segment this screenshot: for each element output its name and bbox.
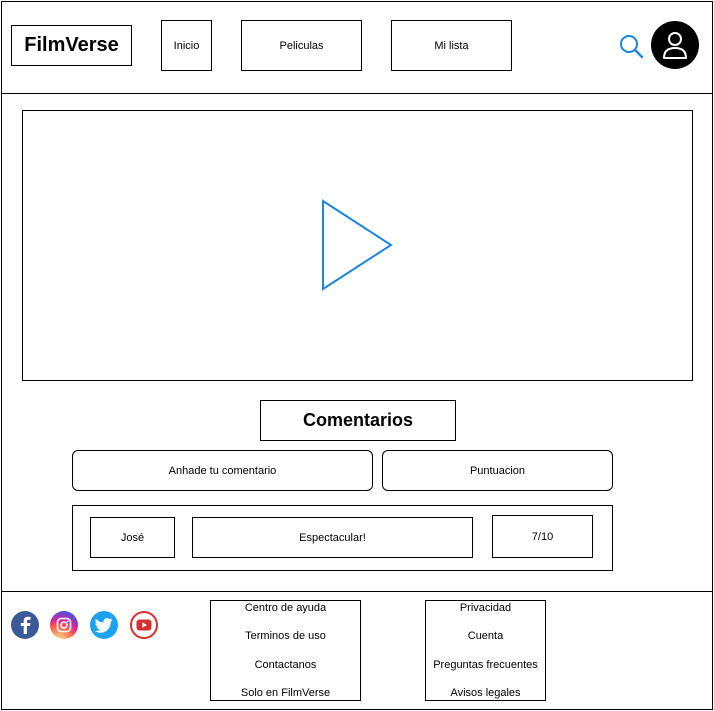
nav-inicio[interactable]: Inicio bbox=[161, 20, 212, 71]
site-logo[interactable]: FilmVerse bbox=[11, 25, 132, 66]
comments-title: Comentarios bbox=[260, 400, 456, 441]
footer-links-help: Centro de ayuda Terminos de uso Contacta… bbox=[210, 600, 361, 701]
user-avatar[interactable] bbox=[651, 21, 699, 69]
play-icon[interactable] bbox=[320, 198, 396, 294]
add-comment-button[interactable]: Anhade tu comentario bbox=[72, 450, 373, 491]
footer-link-solo-en-filmverse[interactable]: Solo en FilmVerse bbox=[241, 686, 330, 700]
nav-mi-lista[interactable]: Mi lista bbox=[391, 20, 512, 71]
search-icon[interactable] bbox=[618, 33, 644, 59]
comment-user: José bbox=[90, 517, 175, 558]
footer-links-legal: Privacidad Cuenta Preguntas frecuentes A… bbox=[425, 600, 546, 701]
footer-divider bbox=[2, 591, 712, 592]
rating-button[interactable]: Puntuacion bbox=[382, 450, 613, 491]
user-icon bbox=[663, 32, 687, 59]
footer-link-centro-de-ayuda[interactable]: Centro de ayuda bbox=[245, 601, 326, 615]
nav-peliculas[interactable]: Peliculas bbox=[241, 20, 362, 71]
youtube-icon[interactable] bbox=[130, 611, 158, 639]
footer-link-terminos-de-uso[interactable]: Terminos de uso bbox=[245, 629, 326, 643]
footer-link-preguntas-frecuentes[interactable]: Preguntas frecuentes bbox=[433, 658, 538, 672]
header-divider bbox=[2, 93, 712, 94]
footer-link-cuenta[interactable]: Cuenta bbox=[468, 629, 503, 643]
comment-text: Espectacular! bbox=[192, 517, 473, 558]
instagram-icon[interactable] bbox=[50, 611, 78, 639]
facebook-icon[interactable] bbox=[11, 611, 39, 639]
footer-link-avisos-legales[interactable]: Avisos legales bbox=[450, 686, 520, 700]
comment-score: 7/10 bbox=[492, 515, 593, 558]
footer-link-privacidad[interactable]: Privacidad bbox=[460, 601, 511, 615]
footer-link-contactanos[interactable]: Contactanos bbox=[255, 658, 317, 672]
twitter-icon[interactable] bbox=[90, 611, 118, 639]
